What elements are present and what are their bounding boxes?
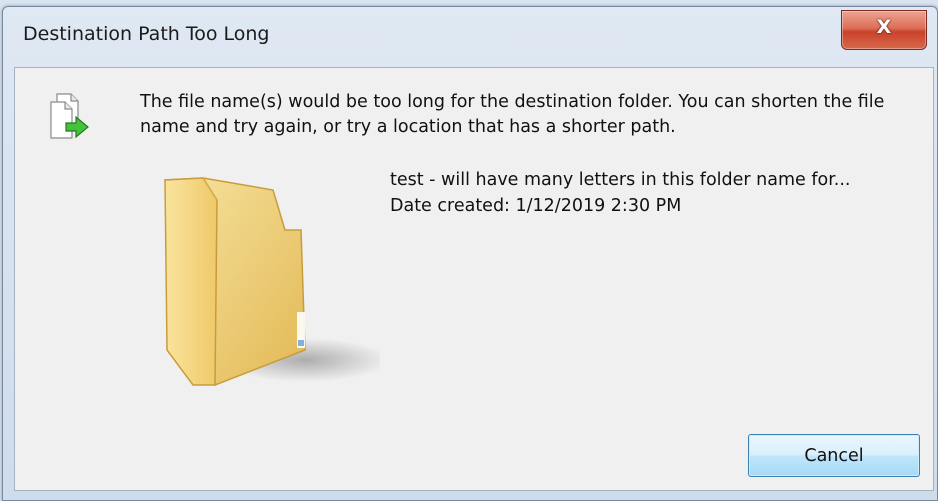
window-title: Destination Path Too Long	[23, 23, 270, 45]
close-button[interactable]: X	[841, 10, 927, 50]
title-bar[interactable]: Destination Path Too Long X	[3, 7, 937, 59]
file-move-icon	[50, 93, 89, 139]
folder-name: test - will have many letters in this fo…	[390, 170, 851, 190]
error-message: The file name(s) would be too long for t…	[140, 92, 885, 137]
dialog-window: Destination Path Too Long X The file nam…	[2, 6, 938, 501]
folder-icon	[164, 177, 380, 386]
dialog-content: The file name(s) would be too long for t…	[14, 67, 934, 491]
close-icon: X	[876, 16, 892, 38]
folder-date-created: Date created: 1/12/2019 2:30 PM	[390, 196, 682, 216]
cancel-button[interactable]: Cancel	[748, 434, 920, 477]
